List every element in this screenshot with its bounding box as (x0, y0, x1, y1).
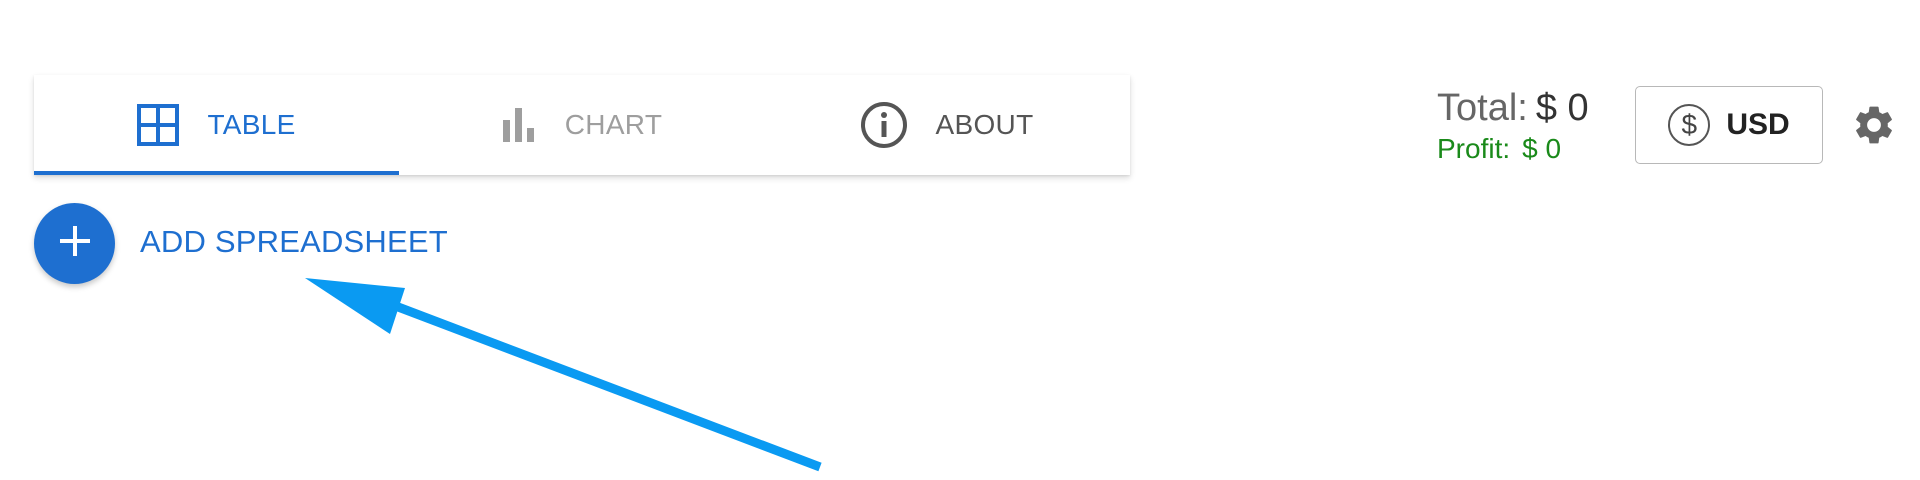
tab-about[interactable]: ABOUT (764, 75, 1129, 175)
currency-selector-button[interactable]: $ USD (1635, 86, 1823, 164)
bar-chart-icon (501, 106, 537, 144)
total-value: $ 0 (1535, 87, 1589, 129)
tab-about-label: ABOUT (935, 109, 1034, 140)
plus-icon (57, 223, 93, 264)
totals-summary: Total: $ 0 Profit: $ 0 (1437, 84, 1589, 166)
total-line: Total: $ 0 (1437, 84, 1589, 132)
profit-value: $ 0 (1522, 133, 1562, 164)
tab-table-label: TABLE (207, 109, 296, 140)
tab-chart[interactable]: CHART (399, 75, 764, 175)
tab-bar: TABLE CHART ABOUT (34, 75, 1130, 175)
active-tab-indicator (34, 171, 399, 175)
profit-label: Profit: (1437, 133, 1511, 164)
tab-table[interactable]: TABLE (34, 75, 399, 175)
currency-code: USD (1726, 108, 1790, 141)
add-spreadsheet-link[interactable]: ADD SPREADSHEET (140, 224, 448, 260)
dollar-coin-icon: $ (1668, 104, 1711, 146)
gear-icon[interactable] (1851, 102, 1897, 148)
app-page: TABLE CHART ABOUT ADD SPREADSHEET Total:… (0, 0, 1920, 480)
total-label: Total: (1437, 87, 1528, 129)
tab-chart-label: CHART (564, 109, 663, 140)
add-spreadsheet-button[interactable] (34, 203, 115, 284)
grid-icon (137, 104, 180, 146)
profit-line: Profit: $ 0 (1437, 132, 1589, 166)
currency-symbol: $ (1681, 109, 1698, 140)
info-icon (860, 101, 908, 149)
